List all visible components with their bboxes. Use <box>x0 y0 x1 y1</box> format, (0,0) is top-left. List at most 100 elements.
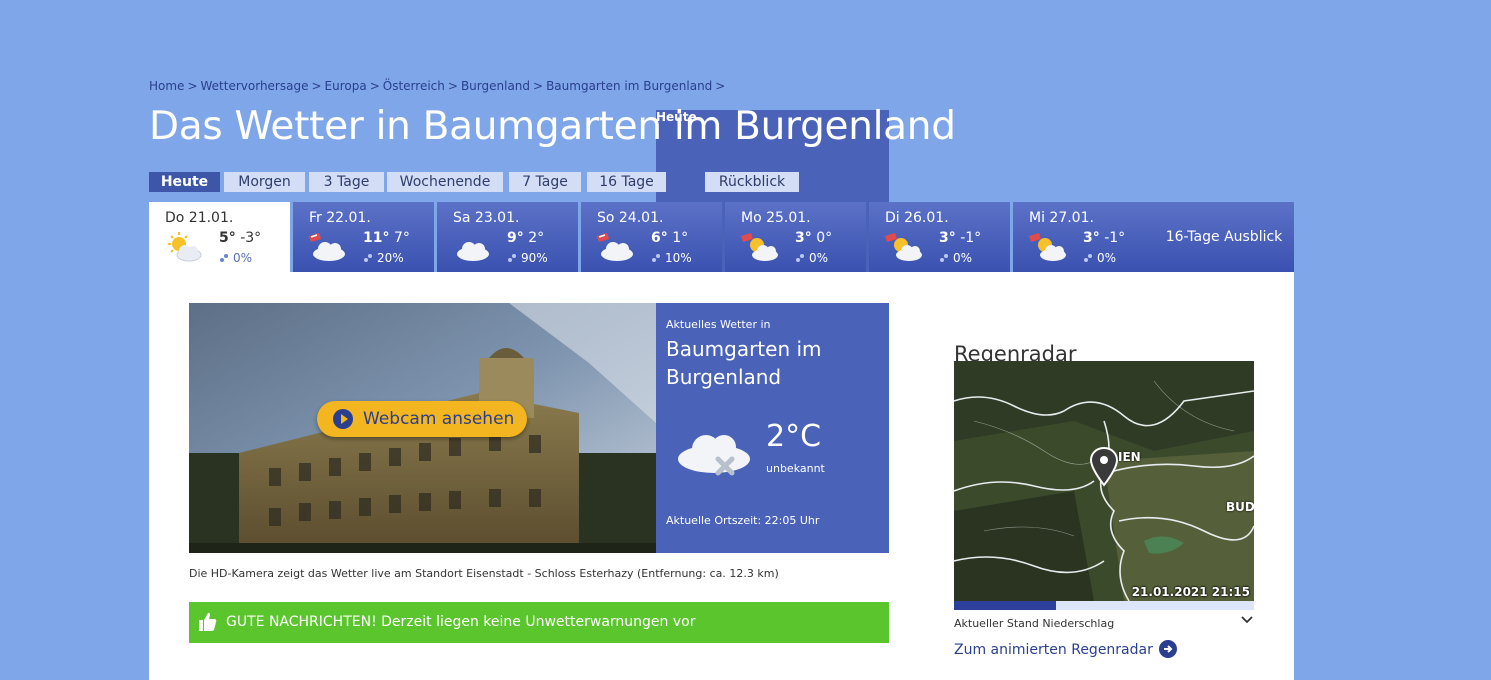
tab-rueckblick[interactable]: Rückblick <box>705 172 799 192</box>
day-name: Mi 27.01. <box>1029 210 1094 226</box>
day-temps: 6° 1° <box>651 230 688 246</box>
webcam-button[interactable]: Webcam ansehen <box>317 401 527 437</box>
day-temps: 3° 0° <box>795 230 832 246</box>
day-rain-value: 20% <box>377 251 404 265</box>
current-weather-place: Baumgarten im Burgenland <box>666 337 822 389</box>
day-name: Di 26.01. <box>885 210 949 226</box>
sun-cloud-icon <box>168 232 202 262</box>
current-condition: unbekannt <box>766 462 825 475</box>
day-temps: 3° -1° <box>1083 230 1125 246</box>
day-card-mo[interactable]: Mo 25.01. 3° 0° 0% <box>725 202 866 272</box>
day-rain: 20% <box>363 251 404 265</box>
weather-alert-banner: GUTE NACHRICHTEN! Derzeit liegen keine U… <box>189 602 889 643</box>
animated-radar-link-label: Zum animierten Regenradar <box>954 642 1153 658</box>
day-rain-value: 0% <box>953 251 973 265</box>
chevron-down-icon[interactable] <box>1240 615 1254 625</box>
main-content: Webcam ansehen Aktuelles Wetter in Baumg… <box>149 272 1294 680</box>
raindrop-icon <box>220 254 228 262</box>
webcam-caption: Die HD-Kamera zeigt das Wetter live am S… <box>189 567 779 580</box>
breadcrumb-separator: > <box>187 79 198 93</box>
current-local-time: Aktuelle Ortszeit: 22:05 Uhr <box>666 514 820 527</box>
day-card-di[interactable]: Di 26.01. 3° -1° 0% <box>869 202 1010 272</box>
page-title: Das Wetter in Baumgarten im Burgenland <box>149 104 956 149</box>
day-card-mi[interactable]: Mi 27.01. 3° -1° 0% <box>1013 202 1154 272</box>
raindrop-icon <box>652 254 660 262</box>
breadcrumb: Home > Wettervorhersage > Europa > Österreich >… <box>149 79 889 360</box>
breadcrumb-separator: > <box>311 79 322 93</box>
day-min: 0° <box>816 230 833 246</box>
day-name: Mo 25.01. <box>741 210 811 226</box>
tab-3-tage[interactable]: 3 Tage <box>309 172 384 192</box>
day-temps: 11° 7° <box>363 230 410 246</box>
day-card-so[interactable]: So 24.01. 6° 1° 10% <box>581 202 722 272</box>
breadcrumb-baumgarten[interactable]: Baumgarten im Burgenland <box>546 79 712 93</box>
play-icon <box>333 409 353 429</box>
webcam-image[interactable]: Webcam ansehen <box>189 303 656 553</box>
webcam-button-label: Webcam ansehen <box>363 409 515 429</box>
tab-16-tage[interactable]: 16 Tage <box>587 172 666 192</box>
day-name: Sa 23.01. <box>453 210 520 226</box>
day-rain-value: 0% <box>1097 251 1117 265</box>
breadcrumb-home[interactable]: Home <box>149 79 184 93</box>
breadcrumb-separator: > <box>369 79 380 93</box>
day-rain-value: 10% <box>665 251 692 265</box>
wind-sun-cloud-icon <box>1029 233 1066 261</box>
day-rain: 0% <box>219 251 252 265</box>
day-rain: 90% <box>507 251 548 265</box>
day-rain: 0% <box>939 251 972 265</box>
day-temps: 3° -1° <box>939 230 981 246</box>
breadcrumb-separator: > <box>447 79 458 93</box>
day-rain: 0% <box>1083 251 1116 265</box>
tab-heute[interactable]: Heute <box>149 172 220 192</box>
wind-sun-cloud-icon <box>741 233 778 261</box>
current-weather-panel: Aktuelles Wetter in Baumgarten im Burgen… <box>656 303 889 553</box>
current-temperature: 2°C <box>766 419 822 454</box>
tab-wochenende[interactable]: Wochenende <box>387 172 503 192</box>
location-pin-icon <box>1089 447 1119 487</box>
alert-text: GUTE NACHRICHTEN! Derzeit liegen keine U… <box>226 614 696 630</box>
day-max: 3° <box>795 230 812 246</box>
animated-radar-link[interactable]: Zum animierten Regenradar <box>954 640 1177 658</box>
breadcrumb-europa[interactable]: Europa <box>325 79 367 93</box>
wind-cloud-icon <box>309 233 345 261</box>
raindrop-icon <box>508 254 516 262</box>
day-card-sa[interactable]: Sa 23.01. 9° 2° 90% <box>437 202 578 272</box>
breadcrumb-separator: > <box>715 79 726 93</box>
map-label-budapest: BUD <box>1226 500 1254 514</box>
day-card-do[interactable]: Do 21.01. 5° -3° 0% <box>149 202 290 272</box>
map-label-wien: IEN <box>1118 450 1141 464</box>
day-max: 6° <box>651 230 668 246</box>
breadcrumb-separator: > <box>533 79 544 93</box>
radar-progress-bar[interactable] <box>954 601 1254 610</box>
day-max: 5° <box>219 230 236 246</box>
radar-status: Aktueller Stand Niederschlag <box>954 617 1115 630</box>
breadcrumb-wettervorhersage[interactable]: Wettervorhersage <box>201 79 309 93</box>
day-min: -3° <box>240 230 262 246</box>
day-temps: 9° 2° <box>507 230 544 246</box>
breadcrumb-burgenland[interactable]: Burgenland <box>461 79 530 93</box>
day-max: 9° <box>507 230 524 246</box>
day-card-fr[interactable]: Fr 22.01. 11° 7° 20% <box>293 202 434 272</box>
current-weather-kicker: Aktuelles Wetter in <box>666 318 771 331</box>
radar-map[interactable]: IEN BUD 21.01.2021 21:15 <box>954 361 1254 601</box>
outlook-16-days-button[interactable]: 16-Tage Ausblick <box>1154 202 1294 272</box>
thumbs-up-icon <box>199 612 217 631</box>
day-max: 3° <box>1083 230 1100 246</box>
cloud-unknown-icon <box>678 435 750 476</box>
breadcrumb-oesterreich[interactable]: Österreich <box>383 79 445 93</box>
day-rain-value: 90% <box>521 251 548 265</box>
cloud-icon <box>457 242 489 261</box>
day-min: -1° <box>960 230 982 246</box>
day-min: 1° <box>672 230 689 246</box>
raindrop-icon <box>1084 254 1092 262</box>
tab-7-tage[interactable]: 7 Tage <box>509 172 581 192</box>
wind-sun-cloud-icon <box>885 233 922 261</box>
day-name: Fr 22.01. <box>309 210 371 226</box>
day-rain-value: 0% <box>233 251 253 265</box>
day-name: So 24.01. <box>597 210 664 226</box>
day-min: 7° <box>393 230 410 246</box>
radar-progress-fill <box>954 601 1056 610</box>
raindrop-icon <box>940 254 948 262</box>
day-min: 2° <box>528 230 545 246</box>
tab-morgen[interactable]: Morgen <box>224 172 305 192</box>
